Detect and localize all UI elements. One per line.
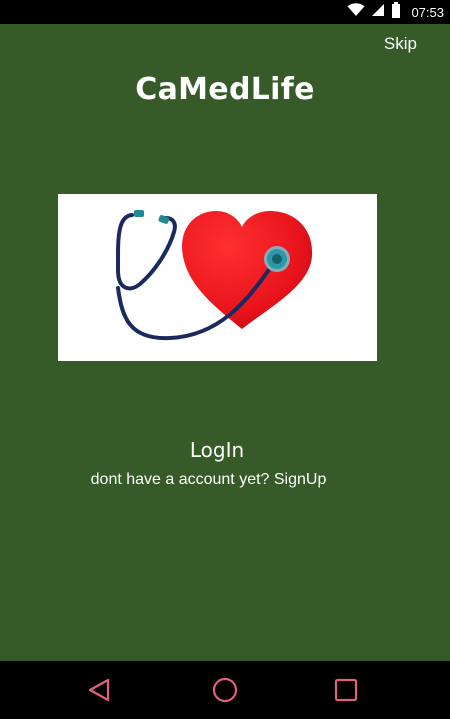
earpiece-right [158, 215, 170, 224]
back-icon[interactable] [84, 675, 114, 705]
signup-link[interactable]: dont have a account yet? SignUp [0, 471, 450, 489]
skip-button[interactable]: Skip [384, 34, 417, 54]
recents-icon[interactable] [331, 675, 361, 705]
battery-icon [391, 1, 401, 23]
status-time: 07:53 [411, 4, 444, 20]
heart-icon [182, 211, 313, 329]
cell-signal-icon [371, 3, 385, 22]
status-bar: 07:53 [0, 0, 450, 24]
earpiece-left [134, 210, 144, 217]
home-icon[interactable] [210, 675, 240, 705]
app-title: CaMedLife [135, 72, 315, 107]
hero-image [58, 194, 377, 361]
splash-screen: Skip CaMedLife LogIn dont have a account… [0, 24, 450, 661]
wifi-icon [347, 2, 365, 22]
login-button[interactable]: LogIn [0, 438, 450, 462]
chestpiece-icon [264, 246, 290, 272]
status-icons: 07:53 [347, 1, 444, 23]
navigation-bar [0, 661, 450, 719]
